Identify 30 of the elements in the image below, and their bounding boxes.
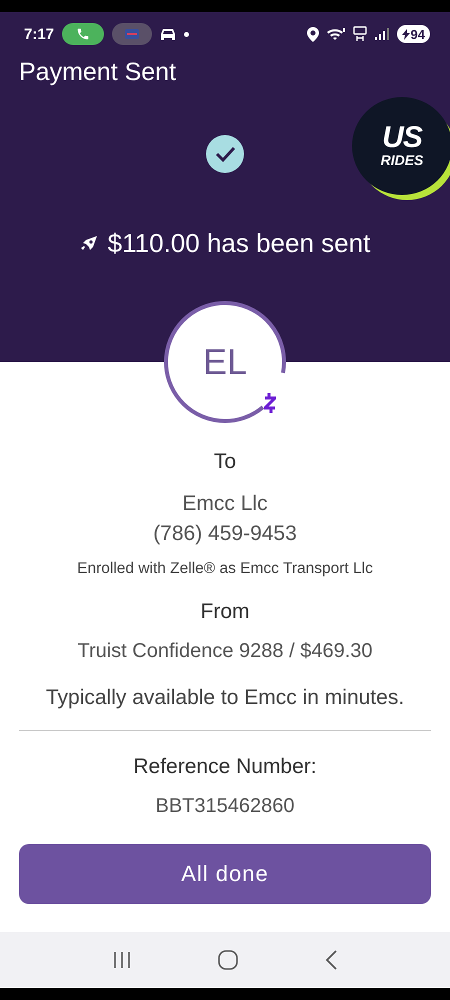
page-title: Payment Sent [19, 58, 176, 87]
notification-dot [184, 32, 190, 36]
wifi-icon [326, 28, 345, 40]
recipient-name: Emcc Llc [182, 492, 268, 516]
enrollment-note: Enrolled with Zelle® as Emcc Transport Llc [77, 560, 373, 578]
recent-apps-button[interactable] [112, 951, 132, 969]
availability-note: Typically available to Emcc in minutes. [46, 686, 404, 710]
payment-message: $110.00 has been sent [108, 228, 370, 259]
to-label: To [214, 450, 236, 474]
signal-icon [374, 28, 389, 40]
source-account: Truist Confidence 9288 / $469.30 [77, 640, 372, 663]
from-label: From [200, 600, 250, 624]
status-time: 7:17 [24, 26, 54, 42]
reference-number: BBT315462860 [155, 795, 294, 818]
back-button[interactable] [324, 950, 338, 970]
done-button[interactable]: All done [19, 844, 431, 904]
rocket-icon [80, 234, 98, 252]
reference-label: Reference Number: [133, 755, 317, 779]
call-indicator[interactable] [62, 23, 104, 45]
recipient-phone: (786) 459-9453 [153, 522, 297, 546]
logo-text: US [382, 124, 422, 152]
car-icon [160, 27, 176, 41]
app-notification-icon [112, 23, 152, 45]
check-icon [206, 135, 244, 173]
avatar-initials: EL [202, 341, 248, 383]
z-badge-icon [264, 393, 276, 413]
home-button[interactable] [216, 949, 239, 971]
location-icon [306, 26, 319, 42]
logo-subtext: RIDES [380, 152, 424, 168]
battery-indicator: 94 [396, 25, 430, 43]
